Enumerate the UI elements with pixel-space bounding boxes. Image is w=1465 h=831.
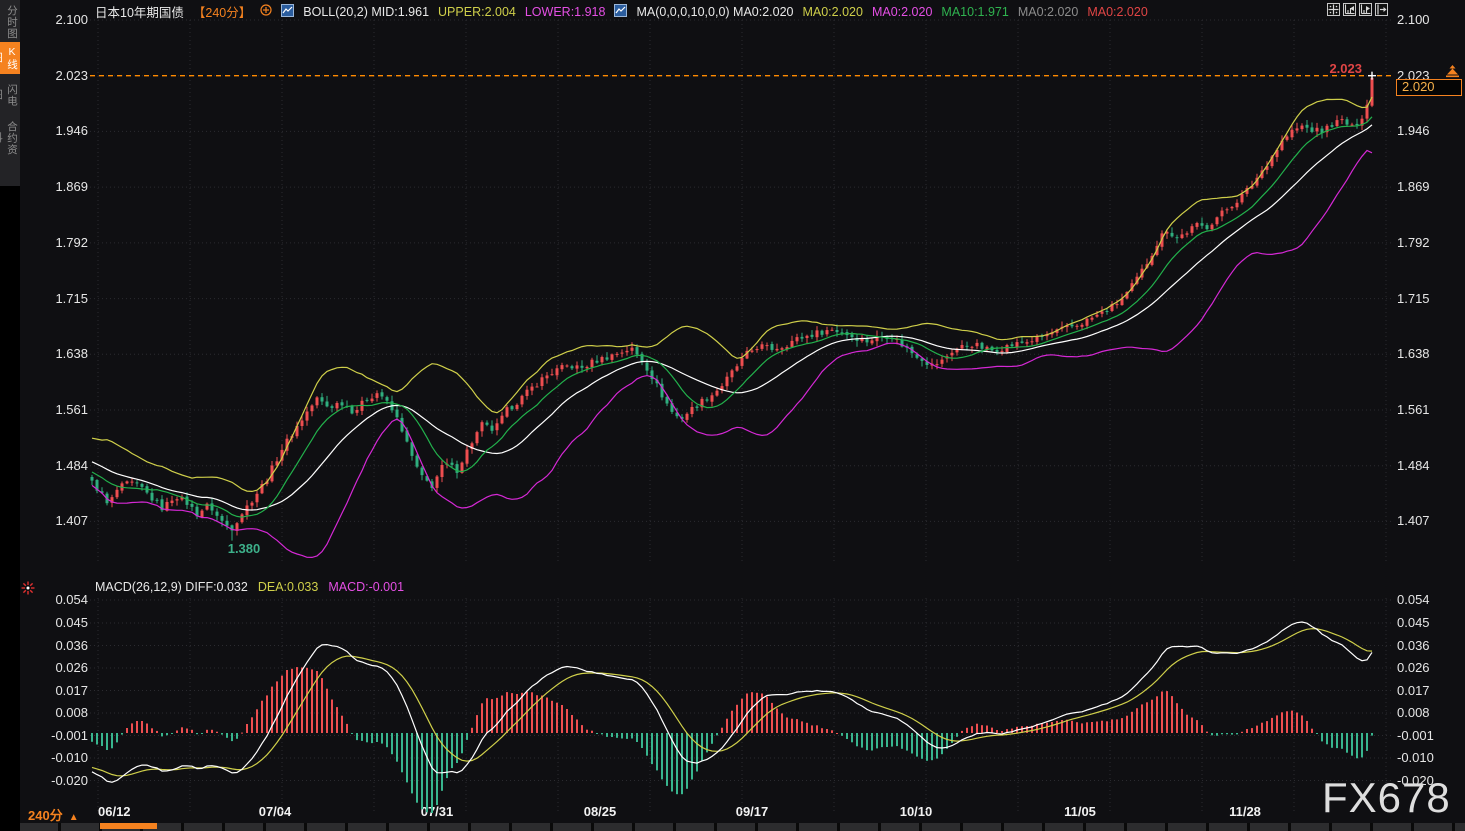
watermark-logo: FX678 [1322,774,1451,822]
scroll-to-top-icon[interactable] [1445,64,1460,84]
candlestick-chart-canvas[interactable] [0,0,1465,831]
trading-terminal: 分时图K线图闪电图合约资料 日本10年期国债【240分】BOLL(20,2) M… [0,0,1465,831]
